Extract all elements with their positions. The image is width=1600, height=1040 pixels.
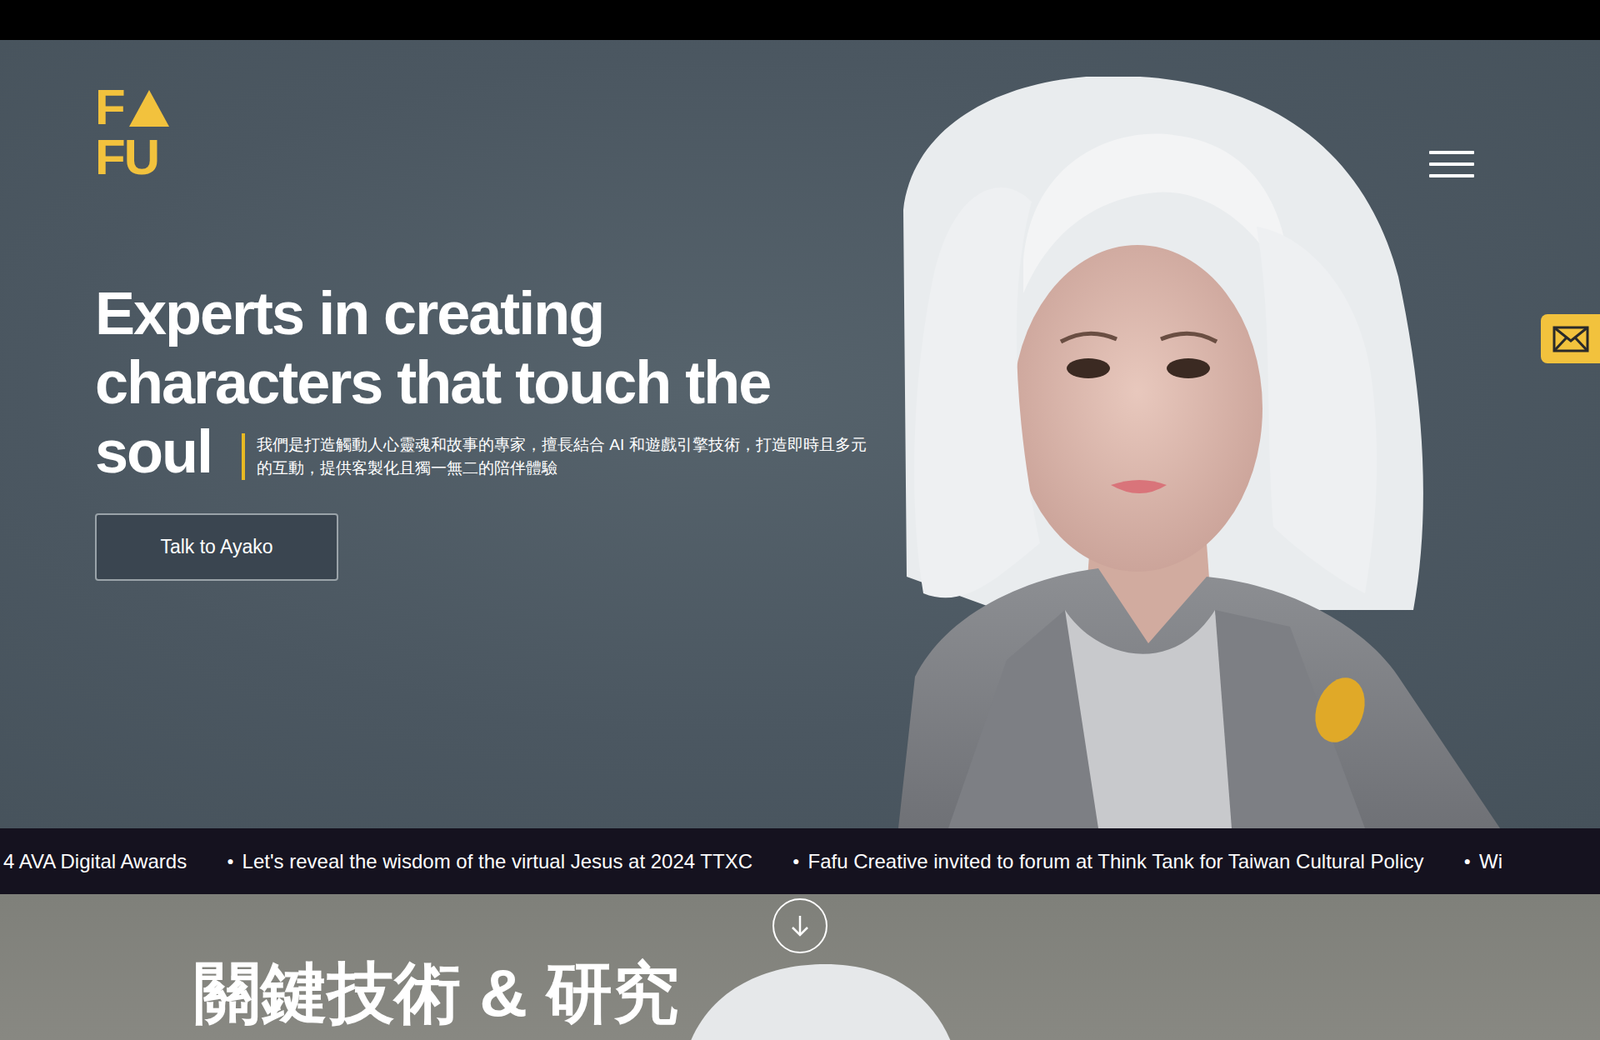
title-row: soul 我們是打造觸動人心靈魂和故事的專家，擅長結合 AI 和遊戲引擎技術，打造…	[95, 417, 1600, 487]
news-text[interactable]: 4 AVA Digital Awards	[3, 846, 187, 877]
news-item[interactable]: 4 AVA Digital Awards	[3, 846, 187, 877]
bullet: ●	[226, 852, 234, 870]
header: F FU	[0, 40, 1600, 182]
bullet: ●	[1464, 852, 1471, 870]
title-line: Experts in creating	[95, 280, 604, 347]
title-line: characters that touch the	[95, 349, 770, 416]
mail-button[interactable]	[1540, 314, 1600, 364]
top-bar	[0, 0, 1600, 40]
title-row: characters that touch the	[95, 348, 1600, 418]
news-ticker: 4 AVA Digital Awards ● Let's reveal the wi…	[0, 828, 1600, 895]
character-image	[898, 76, 1510, 829]
news-text[interactable]: Fafu Creative invited to forum at Think …	[808, 846, 1425, 877]
character-image	[666, 964, 967, 1040]
hero-description: 我們是打造觸動人心靈魂和故事的專家，擅長結合 AI 和遊戲引擎技術，打造即時且多…	[241, 433, 875, 480]
news-item[interactable]: ● Let's reveal the wisdom of the virtual …	[226, 846, 753, 877]
hero-content: Experts in creatingcharacters that touch…	[0, 181, 1600, 581]
menu-icon[interactable]	[1429, 150, 1475, 178]
scroll-down-button[interactable]	[772, 898, 828, 954]
title-row: Experts in creating	[95, 279, 1600, 349]
title-line: soul	[95, 417, 212, 487]
section-title: 關鍵技術 & 研究	[0, 960, 1600, 1027]
news-item[interactable]: ● Wi	[1464, 846, 1503, 877]
triangle-icon	[127, 88, 171, 129]
tech-section: 關鍵技術 & 研究	[0, 894, 1600, 1040]
logo[interactable]: F FU	[95, 81, 187, 182]
logo-top[interactable]: F	[95, 83, 125, 132]
hero-title: Experts in creatingcharacters that touch…	[95, 279, 1600, 487]
logo-bottom[interactable]: FU	[95, 133, 159, 182]
news-item[interactable]: ● Fafu Creative invited to forum at Think…	[792, 846, 1424, 877]
news-text[interactable]: Wi	[1479, 846, 1503, 877]
hero: F FU Experts in creatingcharacters that …	[0, 40, 1600, 829]
bullet: ●	[792, 852, 800, 870]
talk-button[interactable]: Talk to Ayako	[95, 513, 339, 581]
envelope-icon	[1552, 325, 1590, 353]
news-text[interactable]: Let's reveal the wisdom of the virtual J…	[242, 846, 753, 877]
arrow-down-icon	[787, 913, 813, 939]
